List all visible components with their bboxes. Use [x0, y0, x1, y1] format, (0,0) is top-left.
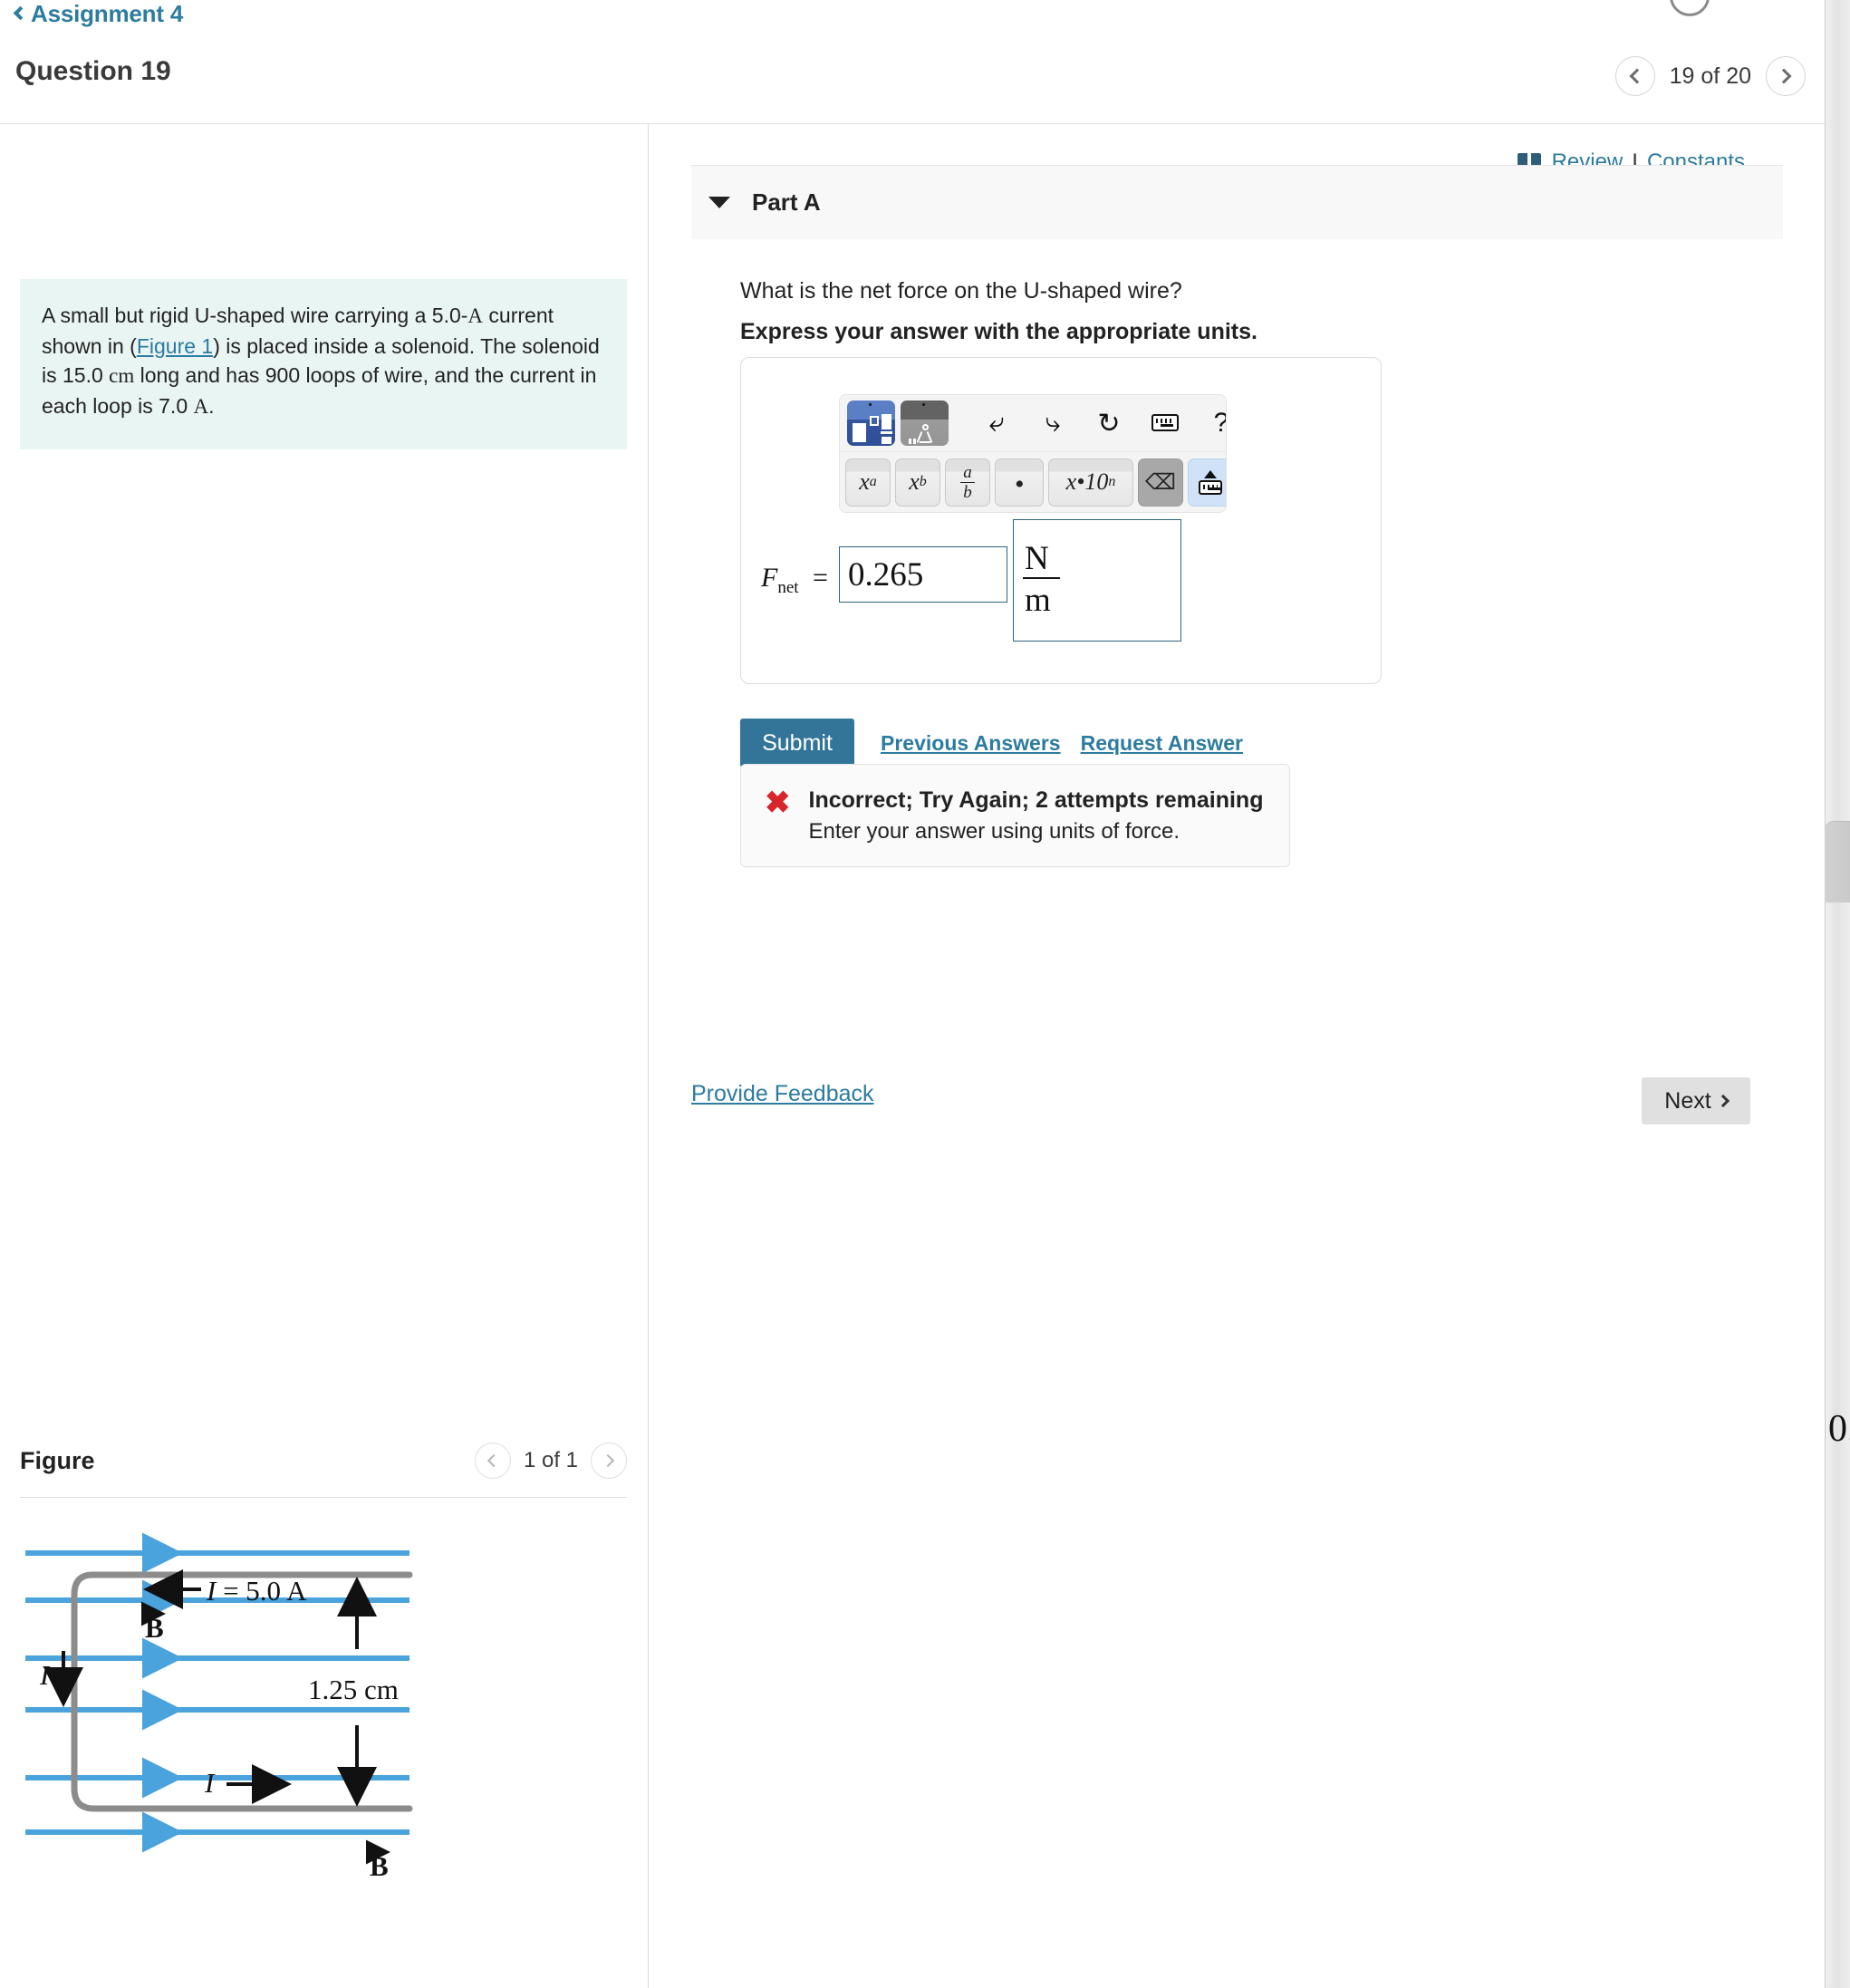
next-button-label: Next [1664, 1087, 1711, 1114]
hide-keyboard-key[interactable] [1188, 458, 1226, 507]
unit-ampere-1: A [467, 304, 484, 327]
feedback-title: Incorrect; Try Again; 2 attempts remaini… [808, 787, 1264, 813]
problem-line1a: A small but rigid U-shaped wire carrying… [42, 304, 468, 327]
answer-value-input[interactable]: 0.265 [838, 546, 1007, 603]
left-pane: A small but rigid U-shaped wire carrying… [0, 124, 648, 1988]
right-pane: Review I Constants Part A What is the ne… [649, 124, 1825, 1988]
equals-sign: = [813, 563, 828, 593]
figure-pager: 1 of 1 [474, 1443, 627, 1479]
question-pager: 19 of 20 [1614, 56, 1806, 96]
template-palette-icon[interactable] [847, 400, 895, 446]
window-chrome-strip [1825, 0, 1850, 1988]
offscreen-partial-text: 0. [1828, 1408, 1850, 1450]
chevron-right-icon [1716, 1094, 1730, 1108]
problem-line4b: . [208, 393, 215, 418]
figure-next-button[interactable] [591, 1443, 627, 1479]
next-part-button[interactable]: Next [1642, 1077, 1750, 1124]
svg-text:I: I [39, 1659, 51, 1691]
figure-title: Figure [20, 1446, 95, 1474]
page-title: Question 19 [15, 56, 171, 86]
unit-denominator: m [1024, 581, 1051, 619]
partial-circle-icon [1670, 0, 1710, 16]
question-pager-label: 19 of 20 [1669, 63, 1751, 89]
assignment-back-label: Assignment 4 [31, 0, 184, 27]
redo-icon[interactable]: ⤷ [1025, 408, 1081, 439]
figure-divider [20, 1497, 627, 1498]
answer-units-input[interactable]: N m [1012, 519, 1181, 642]
help-icon[interactable]: ? [1193, 408, 1226, 439]
next-question-button[interactable] [1766, 56, 1806, 96]
answer-value-text: 0.265 [847, 555, 924, 594]
request-answer-link[interactable]: Request Answer [1081, 731, 1243, 756]
scientific-notation-key[interactable]: x•10 n [1048, 458, 1133, 507]
decimal-key[interactable]: • [995, 458, 1044, 507]
svg-text:I: I [204, 1767, 216, 1799]
window-chrome-tab[interactable] [1825, 821, 1850, 902]
problem-statement-box: A small but rigid U-shaped wire carrying… [20, 279, 627, 449]
backspace-key[interactable]: ⌫ [1138, 458, 1183, 507]
chevron-left-icon [487, 1453, 501, 1468]
figure-pager-label: 1 of 1 [523, 1448, 578, 1472]
problem-line2a: shown in ( [42, 333, 137, 358]
problem-line2b: ) is placed inside a solenoid. The [213, 333, 516, 358]
undo-icon[interactable]: ⤶ [968, 408, 1025, 439]
feedback-detail: Enter your answer using units of force. [808, 819, 1180, 844]
answer-actions-row: Submit Previous Answers Request Answer [740, 719, 1243, 767]
keyboard-icon[interactable] [1137, 408, 1193, 439]
svg-text:I = 5.0 A: I = 5.0 A [206, 1575, 307, 1607]
chevron-right-icon [1776, 68, 1792, 84]
math-toolbar-keys-row: xa xb ab • x•10 n ⌫ [840, 452, 1226, 512]
x-mark-icon: ✖ [765, 786, 791, 820]
answer-entry-panel: ⤶ ⤷ ↻ ? xa xb ab • x•10n ⌫ [740, 357, 1382, 684]
answer-input-row: Fnet = 0.265 N m [741, 519, 1383, 642]
math-toolbar-top-row: ⤶ ⤷ ↻ ? [840, 395, 1226, 452]
answer-variable: F [761, 563, 778, 593]
chevron-left-icon [13, 5, 28, 21]
problem-line1b: current [483, 304, 554, 327]
svg-text:B: B [145, 1612, 164, 1644]
subscript-key[interactable]: xb [895, 458, 940, 507]
reset-icon[interactable]: ↻ [1081, 408, 1137, 439]
superscript-key[interactable]: xa [845, 458, 891, 507]
fraction-key[interactable]: ab [945, 458, 990, 507]
mastering-physics-page: Assignment 4 Question 19 19 of 20 A smal… [0, 0, 1825, 1988]
chevron-right-icon [601, 1453, 614, 1468]
feedback-box: ✖ Incorrect; Try Again; 2 attempts remai… [740, 764, 1290, 867]
part-a-header[interactable]: Part A [691, 165, 1783, 239]
part-a-label: Part A [752, 188, 821, 216]
symbol-palette-icon[interactable] [901, 400, 949, 446]
problem-statement-text: A small but rigid U-shaped wire carrying… [42, 301, 603, 422]
feedback-text-group: Incorrect; Try Again; 2 attempts remaini… [809, 787, 1264, 844]
problem-line3b: long and has 900 loops of wire, and [134, 363, 469, 388]
chevron-left-icon [1629, 68, 1645, 84]
answer-variable-label: Fnet = [761, 563, 828, 598]
svg-text:1.25 cm: 1.25 cm [308, 1674, 399, 1705]
figure-1-link[interactable]: Figure 1 [137, 334, 213, 358]
assignment-back-link[interactable]: Assignment 4 [13, 0, 184, 28]
answer-subscript: net [777, 578, 799, 597]
triangle-down-icon[interactable] [708, 197, 730, 208]
svg-text:B: B [370, 1850, 389, 1882]
figure-previous-button[interactable] [474, 1443, 511, 1479]
unit-centimeter: cm [109, 364, 135, 388]
part-a-question: What is the net force on the U-shaped wi… [740, 278, 1182, 304]
previous-answers-link[interactable]: Previous Answers [881, 731, 1061, 756]
figure-header: Figure 1 of 1 [20, 1431, 627, 1491]
unit-ampere-2: A [193, 394, 209, 418]
previous-question-button[interactable] [1614, 56, 1655, 96]
math-toolbar: ⤶ ⤷ ↻ ? xa xb ab • x•10n ⌫ [839, 394, 1227, 513]
unit-numerator: N [1022, 542, 1060, 579]
figure-image: I = 5.0 A B I I 1.25 cm B [20, 1524, 627, 1905]
provide-feedback-link[interactable]: Provide Feedback [691, 1081, 874, 1107]
part-a-instruction: Express your answer with the appropriate… [740, 319, 1257, 344]
submit-button[interactable]: Submit [740, 719, 854, 767]
